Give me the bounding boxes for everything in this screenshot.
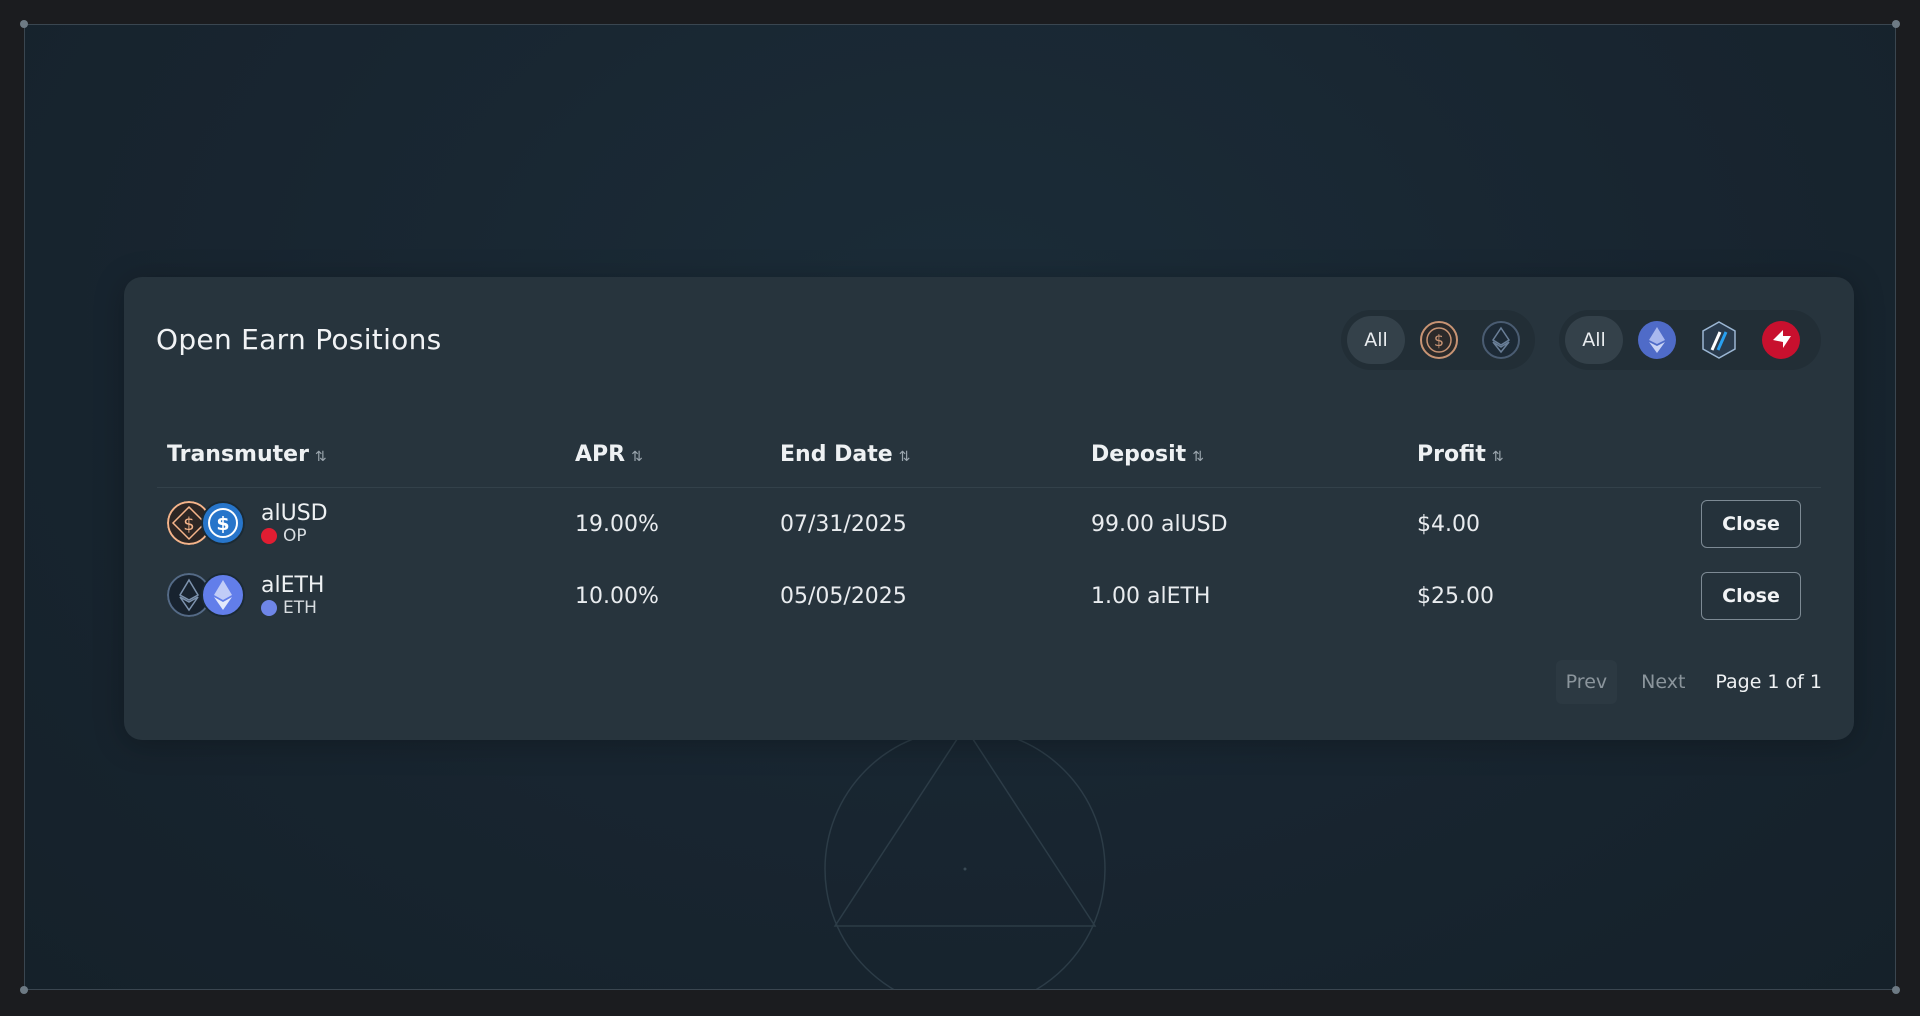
transmuter-cell: $ $ alUSD OP: [157, 488, 565, 561]
svg-text:$: $: [183, 514, 194, 535]
column-header-actions: [1691, 435, 1821, 488]
next-page-button[interactable]: Next: [1631, 660, 1695, 704]
open-earn-positions-card: Open Earn Positions All $ All Transmuter…: [124, 277, 1854, 740]
prev-page-button[interactable]: Prev: [1555, 660, 1618, 704]
usdc-icon: $: [201, 501, 245, 545]
token-filter-all-button[interactable]: All: [1347, 316, 1405, 364]
positions-table: Transmuter ⇅ APR ⇅ End Date ⇅ Deposit ⇅ Prof…: [157, 435, 1821, 632]
column-header-deposit[interactable]: Deposit ⇅: [1081, 435, 1407, 488]
chain-filter-group: All: [1559, 310, 1821, 370]
close-position-button[interactable]: Close: [1701, 572, 1801, 620]
chain-filter-all-button[interactable]: All: [1565, 316, 1623, 364]
alusd-icon[interactable]: $: [1419, 320, 1459, 360]
end-date-cell: 05/05/2025: [780, 583, 907, 609]
sort-icon[interactable]: ⇅: [1192, 449, 1204, 465]
transmuter-cell: alETH ETH: [157, 560, 565, 632]
action-cell: Close: [1691, 560, 1821, 632]
arbitrum-icon[interactable]: [1699, 320, 1739, 360]
frame-corner-marker: [20, 986, 28, 994]
action-cell: Close: [1691, 488, 1821, 561]
end-date-cell: 07/31/2025: [780, 511, 907, 537]
column-header-profit[interactable]: Profit ⇅: [1407, 435, 1691, 488]
app-canvas: Open Earn Positions All $ All Transmuter…: [24, 24, 1896, 990]
column-header-end-date[interactable]: End Date ⇅: [770, 435, 1081, 488]
column-header-transmuter[interactable]: Transmuter ⇅: [157, 435, 565, 488]
profit-cell: $4.00: [1417, 511, 1480, 537]
svg-text:$: $: [1434, 331, 1444, 350]
optimism-icon[interactable]: [1761, 320, 1801, 360]
apr-cell: 10.00%: [575, 583, 659, 609]
frame-corner-marker: [1892, 986, 1900, 994]
ethereum-icon: [261, 600, 277, 616]
profit-cell: $25.00: [1417, 583, 1494, 609]
apr-cell: 19.00%: [575, 511, 659, 537]
optimism-icon: [261, 528, 277, 544]
ethereum-icon[interactable]: [1637, 320, 1677, 360]
deposit-cell: 99.00 alUSD: [1091, 511, 1228, 537]
table-row: alETH ETH 10.00% 05/05/2025 1.00 alETH $…: [157, 560, 1821, 632]
token-name: alUSD: [261, 501, 328, 526]
page-title: Open Earn Positions: [156, 323, 442, 356]
column-header-apr[interactable]: APR ⇅: [565, 435, 770, 488]
ethereum-icon: [201, 573, 245, 617]
sort-icon[interactable]: ⇅: [631, 449, 643, 465]
token-name: alETH: [261, 573, 325, 598]
table-row: $ $ alUSD OP 19.00% 07/31/2025 99.00 alU…: [157, 488, 1821, 561]
deposit-cell: 1.00 alETH: [1091, 583, 1211, 609]
svg-text:$: $: [216, 513, 229, 535]
sort-icon[interactable]: ⇅: [1492, 449, 1504, 465]
token-filter-group: All $: [1341, 310, 1535, 370]
frame-corner-marker: [1892, 20, 1900, 28]
page-info: Page 1 of 1: [1715, 671, 1822, 693]
sort-icon[interactable]: ⇅: [315, 449, 327, 465]
close-position-button[interactable]: Close: [1701, 500, 1801, 548]
chain-label: ETH: [283, 598, 317, 618]
frame-corner-marker: [20, 20, 28, 28]
aleth-icon[interactable]: [1481, 320, 1521, 360]
chain-label: OP: [283, 526, 307, 546]
table-header-row: Transmuter ⇅ APR ⇅ End Date ⇅ Deposit ⇅ Prof…: [157, 435, 1821, 488]
pagination: Prev Next Page 1 of 1: [1555, 660, 1822, 704]
sort-icon[interactable]: ⇅: [899, 449, 911, 465]
